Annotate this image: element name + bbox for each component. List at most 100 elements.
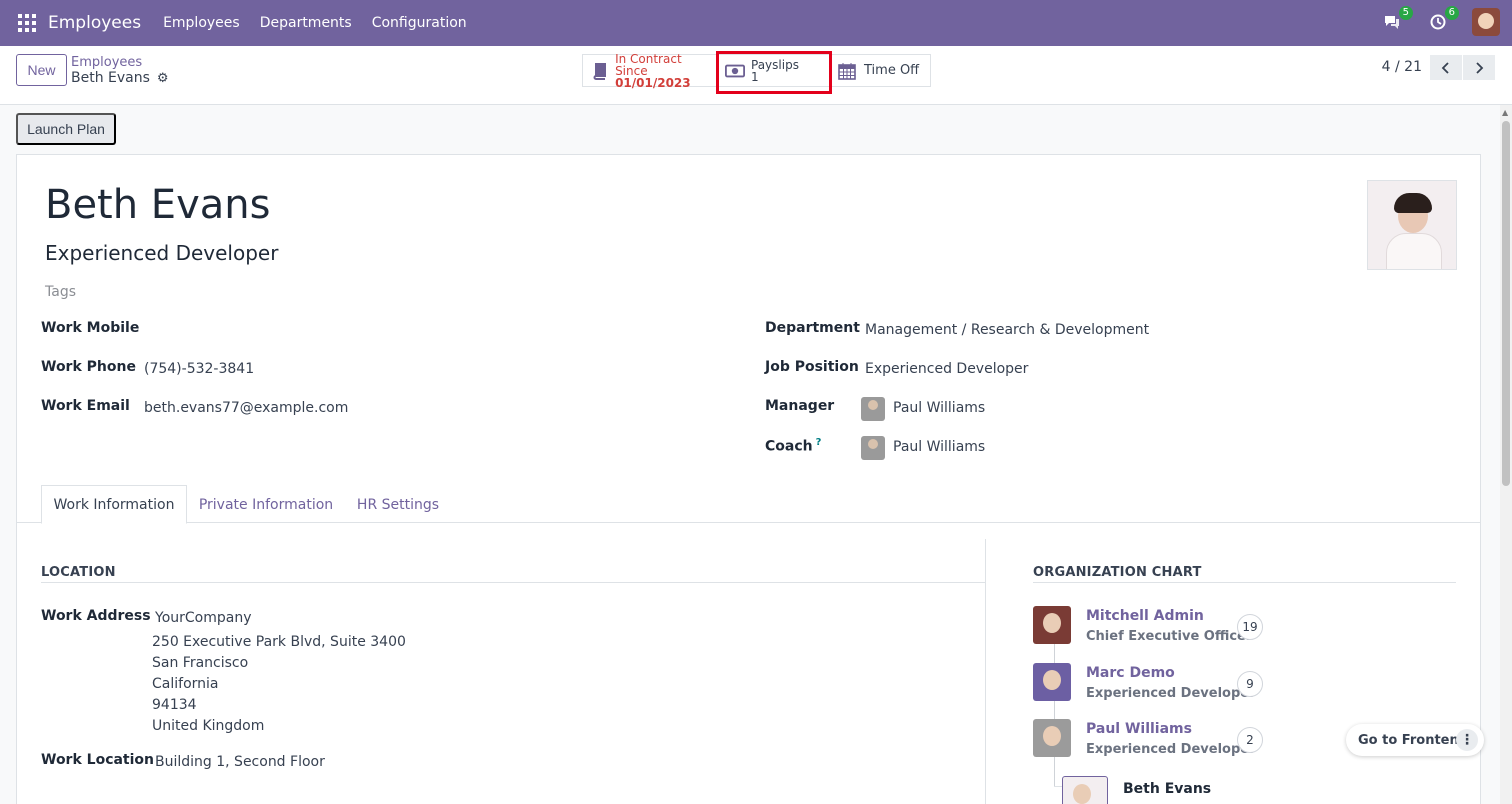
menu-item-employees[interactable]: Employees <box>163 15 240 31</box>
apps-grid-icon[interactable] <box>18 14 36 32</box>
manager-field[interactable]: Paul Williams <box>893 400 985 416</box>
work-email-field[interactable]: beth.evans77@example.com <box>144 400 348 416</box>
department-label: Department <box>765 320 860 336</box>
pager-buttons <box>1430 55 1495 80</box>
org-avatar-beth-evans <box>1062 776 1108 804</box>
org-name-beth-evans: Beth Evans <box>1123 781 1212 797</box>
activity-clock-icon[interactable]: 6 <box>1426 6 1459 34</box>
org-chart-section-title: ORGANIZATION CHART <box>1033 565 1202 580</box>
scroll-up-arrow-icon[interactable]: ▲ <box>1502 108 1508 117</box>
photo-hair-shape <box>1394 193 1432 213</box>
tags-input[interactable]: Tags <box>45 284 76 300</box>
employee-photo[interactable] <box>1367 180 1457 270</box>
user-avatar[interactable] <box>1472 8 1500 36</box>
job-position-label: Job Position <box>765 359 859 375</box>
contract-smart-button[interactable]: In Contract Since 01/01/2023 <box>583 51 717 90</box>
org-role-marc-demo: Experienced Developer <box>1086 686 1256 701</box>
money-icon <box>725 62 745 80</box>
department-field[interactable]: Management / Research & Development <box>865 322 1149 338</box>
work-phone-label: Work Phone <box>41 359 136 375</box>
employee-form-sheet: Beth Evans Experienced Developer Tags Wo… <box>16 154 1481 804</box>
menu-item-departments[interactable]: Departments <box>260 15 352 31</box>
payslips-smart-button[interactable]: Payslips 1 <box>717 55 830 86</box>
pager-previous-button[interactable] <box>1430 55 1462 80</box>
column-divider <box>985 539 986 804</box>
chat-icon[interactable]: 5 <box>1380 6 1413 34</box>
launch-plan-button[interactable]: Launch Plan <box>16 113 116 145</box>
org-avatar-paul-williams[interactable] <box>1033 719 1071 757</box>
org-chart-section-line <box>1033 582 1456 583</box>
work-mobile-field[interactable] <box>144 322 704 342</box>
employee-name[interactable]: Beth Evans <box>45 182 270 228</box>
systray: 5 6 <box>1380 6 1500 36</box>
org-connector-branch <box>1054 786 1062 787</box>
activity-count-badge: 6 <box>1444 6 1459 20</box>
org-count-paul-williams[interactable]: 2 <box>1237 727 1263 753</box>
work-phone-field[interactable]: (754)-532-3841 <box>144 361 254 377</box>
location-section-line <box>41 582 985 583</box>
time-off-smart-button[interactable]: Time Off <box>830 55 930 86</box>
org-connector-1 <box>1054 644 1055 664</box>
employee-job-title[interactable]: Experienced Developer <box>45 241 278 265</box>
breadcrumb-parent[interactable]: Employees <box>71 55 142 70</box>
form-tabs: Work Information Private Information HR … <box>17 485 1480 524</box>
job-position-field[interactable]: Experienced Developer <box>865 361 1028 377</box>
work-address-label: Work Address <box>41 608 151 624</box>
org-name-mitchell-admin[interactable]: Mitchell Admin <box>1086 608 1204 624</box>
coach-field[interactable]: Paul Williams <box>893 439 985 455</box>
address-line-country: United Kingdom <box>152 718 265 734</box>
tab-work-information[interactable]: Work Information <box>41 485 187 524</box>
photo-shirt-shape <box>1386 233 1442 269</box>
work-mobile-label: Work Mobile <box>41 320 140 336</box>
chevron-right-icon <box>1476 61 1484 74</box>
coach-label: Coach? <box>765 437 821 455</box>
work-location-field[interactable]: Building 1, Second Floor <box>155 754 325 770</box>
new-button[interactable]: New <box>16 54 67 86</box>
contract-label: In Contract Since <box>615 51 682 78</box>
tab-hr-settings[interactable]: HR Settings <box>347 485 449 524</box>
tab-private-information[interactable]: Private Information <box>193 485 339 524</box>
pager-next-button[interactable] <box>1463 55 1495 80</box>
org-count-mitchell-admin[interactable]: 19 <box>1237 614 1263 640</box>
location-section-title: LOCATION <box>41 565 116 580</box>
go-to-frontend-button[interactable]: Go to Frontend <box>1358 733 1468 748</box>
payslips-label: Payslips <box>751 57 799 72</box>
address-line-state: California <box>152 676 219 692</box>
breadcrumb-current-label: Beth Evans <box>71 70 150 86</box>
kebab-menu-icon[interactable]: ⋮ <box>1456 729 1478 751</box>
gear-icon[interactable]: ⚙ <box>157 71 169 86</box>
manager-label: Manager <box>765 398 835 414</box>
org-name-paul-williams[interactable]: Paul Williams <box>1086 721 1192 737</box>
org-count-marc-demo[interactable]: 9 <box>1237 671 1263 697</box>
coach-help-tooltip[interactable]: ? <box>816 437 822 448</box>
coach-avatar[interactable] <box>861 436 885 460</box>
coach-label-text: Coach <box>765 438 813 455</box>
pager-value[interactable]: 4 / 21 <box>1382 59 1422 75</box>
org-connector-2 <box>1054 700 1055 720</box>
org-avatar-marc-demo[interactable] <box>1033 663 1071 701</box>
calendar-icon <box>838 62 858 80</box>
work-address-company[interactable]: YourCompany <box>155 610 252 626</box>
org-role-mitchell-admin: Chief Executive Officer <box>1086 629 1253 644</box>
breadcrumb-current: Beth Evans ⚙ <box>71 70 169 86</box>
work-email-label: Work Email <box>41 398 130 414</box>
scrollbar-thumb[interactable] <box>1502 121 1510 486</box>
app-title[interactable]: Employees <box>48 13 141 33</box>
go-to-frontend-widget: Go to Frontend ⋮ <box>1346 724 1484 756</box>
org-connector-3 <box>1054 757 1055 787</box>
address-line-city: San Francisco <box>152 655 249 671</box>
contract-date: 01/01/2023 <box>615 75 691 90</box>
book-icon <box>591 62 609 80</box>
org-avatar-mitchell-admin[interactable] <box>1033 606 1071 644</box>
address-line-street: 250 Executive Park Blvd, Suite 3400 <box>152 634 406 650</box>
work-location-label: Work Location <box>41 752 155 768</box>
top-navbar: Employees Employees Departments Configur… <box>0 0 1512 46</box>
control-panel: New Employees Beth Evans ⚙ In Contract S… <box>0 46 1512 105</box>
org-name-marc-demo[interactable]: Marc Demo <box>1086 665 1175 681</box>
page-scrollbar[interactable]: ▲ <box>1500 105 1512 804</box>
smart-buttons: In Contract Since 01/01/2023 Payslips 1 … <box>582 51 931 90</box>
payslips-count: 1 <box>751 69 759 84</box>
menu-item-configuration[interactable]: Configuration <box>372 15 467 31</box>
manager-avatar[interactable] <box>861 397 885 421</box>
time-off-label: Time Off <box>864 62 920 78</box>
